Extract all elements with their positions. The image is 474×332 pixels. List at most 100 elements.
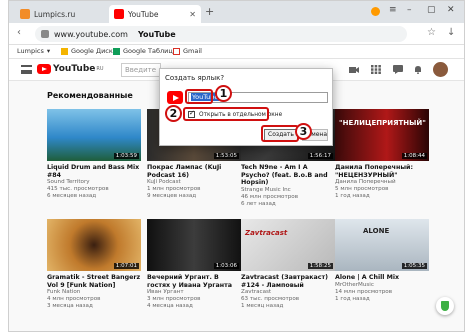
bookmark-google-sheets[interactable]: Google Таблицы (113, 47, 178, 55)
youtube-play-icon (37, 64, 51, 74)
video-title[interactable]: Liquid Drum and Bass Mix #84 (47, 164, 141, 179)
new-tab-icon[interactable]: + (205, 5, 214, 18)
video-channel[interactable]: Strange Music Inc (241, 187, 335, 194)
video-age: 4 месяца назад (147, 303, 193, 309)
video-channel[interactable]: Sound Territory (47, 179, 141, 186)
video-title[interactable]: Покрас Лампас (KuJi Podcast 16) (147, 164, 241, 179)
tab-label: YouTube (128, 9, 159, 19)
menu-icon[interactable]: ≡ (389, 5, 397, 15)
video-title[interactable]: Данила Поперечный: "НЕЦЕНЗУРНЫЙ" (335, 164, 429, 179)
lock-icon (41, 30, 49, 38)
address-bar[interactable]: www.youtube.com YouTube (35, 26, 407, 42)
close-window-icon[interactable]: ✕ (447, 5, 455, 15)
video-card[interactable]: ALONE 1:05:35 Alone | A Chill Mix MrOthe… (335, 219, 429, 303)
tab-youtube[interactable]: YouTube ✕ (109, 5, 201, 23)
duration-badge: 1:08:44 (401, 153, 427, 159)
thumbnail-caption: "НЕЛИЦЕПРИЯТНЫЙ" (339, 119, 426, 127)
duration-badge: 1:56:17 (307, 153, 333, 159)
highlight-create (261, 125, 299, 142)
video-title[interactable]: Alone | A Chill Mix (335, 274, 429, 282)
close-tab-icon[interactable]: ✕ (189, 10, 196, 19)
video-age: 1 месяц назад (241, 303, 284, 309)
bookmark-star-icon[interactable]: ☆ (427, 27, 436, 38)
video-title[interactable]: Gramatik - Street Bangerz Vol 9 [Funk Na… (47, 274, 141, 289)
bell-icon[interactable] (413, 65, 423, 74)
bookmark-lumpics[interactable]: Lumpics ▾ (17, 47, 50, 55)
duration-badge: 1:53:05 (213, 153, 239, 159)
duration-badge: 1:07:01 (113, 263, 139, 269)
tab-lumpics[interactable]: Lumpics.ru (15, 5, 103, 23)
video-thumbnail[interactable]: Zavtracast 1:58:25 (241, 219, 335, 271)
bookmark-gmail[interactable]: Gmail (173, 47, 202, 55)
tab-strip: Lumpics.ru YouTube ✕ + ≡ – ▢ ✕ (9, 1, 464, 23)
video-views: 3 млн просмотров (147, 296, 201, 302)
shield-icon[interactable] (436, 297, 454, 315)
video-channel[interactable]: Zavtracast (241, 289, 335, 296)
gmail-icon (173, 47, 180, 55)
video-title[interactable]: Zavtracast (Завтракаст) #124 - Ламповый (241, 274, 335, 289)
bookmark-label: Google Диск (71, 47, 113, 55)
video-card[interactable]: 1:07:01 Gramatik - Street Bangerz Vol 9 … (47, 219, 141, 310)
video-channel[interactable]: Иван Ургант (147, 289, 241, 296)
yandex-icon[interactable] (371, 7, 380, 16)
video-thumbnail[interactable]: ALONE 1:05:35 (335, 219, 429, 271)
lumpics-favicon-icon (20, 9, 30, 19)
download-icon[interactable]: ↓ (447, 27, 455, 38)
video-views: 4 млн просмотров (47, 296, 101, 302)
video-card[interactable]: 1:03:06 Вечерний Ургант. В гостях у Иван… (147, 219, 241, 310)
video-channel[interactable]: Funk Nation (47, 289, 141, 296)
bookmark-label: Google Таблицы (123, 47, 178, 55)
apps-grid-icon[interactable] (371, 65, 381, 74)
video-views: 14 млн просмотров (335, 288, 393, 295)
video-age: 6 лет назад (241, 200, 276, 207)
page-title: YouTube (137, 29, 176, 39)
address-row: ‹ www.youtube.com YouTube ☆ ↓ (9, 23, 464, 45)
duration-badge: 1:03:06 (213, 263, 239, 269)
url-text: www.youtube.com (54, 29, 128, 39)
avatar[interactable] (433, 62, 448, 77)
video-views: 63 тыс. просмотров (241, 296, 300, 302)
google-sheets-icon (113, 47, 120, 55)
video-thumbnail[interactable]: "НЕЛИЦЕПРИЯТНЫЙ" 1:08:44 (335, 109, 429, 161)
video-card[interactable]: 1:03:59 Liquid Drum and Bass Mix #84 Sou… (47, 109, 141, 200)
duration-badge: 1:58:25 (307, 263, 333, 269)
video-views: 1 млн просмотров (147, 186, 201, 192)
maximize-icon[interactable]: ▢ (427, 5, 436, 15)
video-camera-icon[interactable] (349, 65, 359, 74)
video-thumbnail[interactable]: 1:03:59 (47, 109, 141, 161)
video-channel[interactable]: KuJi Podcast (147, 179, 241, 186)
messages-icon[interactable] (393, 65, 403, 74)
video-title[interactable]: Tech N9ne - Am I A Psycho? (feat. B.o.B … (241, 164, 335, 187)
highlight-input (185, 89, 213, 104)
thumbnail-caption: Zavtracast (245, 229, 288, 237)
search-input[interactable]: Введите (121, 63, 161, 77)
video-channel[interactable]: Данила Поперечный (335, 179, 429, 186)
minimize-icon[interactable]: – (407, 5, 412, 15)
bookmark-label: Lumpics (17, 47, 44, 55)
back-arrow-icon[interactable]: ‹ (17, 27, 21, 38)
step-2-badge: 2 (165, 105, 182, 122)
video-views: 5 млн просмотров (335, 186, 389, 192)
youtube-favicon-icon (114, 9, 124, 19)
video-card[interactable]: Zavtracast 1:58:25 Zavtracast (Завтракас… (241, 219, 335, 310)
video-age: 6 месяцев назад (47, 193, 97, 199)
video-age: 1 год назад (335, 193, 370, 199)
hamburger-menu-icon[interactable] (21, 65, 32, 74)
bookmarks-bar: Lumpics ▾ Google Диск Google Таблицы Gma… (9, 45, 464, 59)
video-thumbnail[interactable]: 1:03:06 (147, 219, 241, 271)
bookmark-google-drive[interactable]: Google Диск (61, 47, 113, 55)
step-1-badge: 1 (215, 85, 232, 102)
video-title[interactable]: Вечерний Ургант. В гостях у Ивана Ургант… (147, 274, 241, 289)
youtube-shortcut-icon (167, 91, 183, 104)
dialog-title: Создать ярлык? (165, 74, 225, 82)
video-age: 1 год назад (335, 295, 370, 302)
video-thumbnail[interactable]: 1:07:01 (47, 219, 141, 271)
youtube-logo[interactable]: YouTube RU (37, 64, 104, 74)
tab-label: Lumpics.ru (34, 9, 76, 19)
highlight-checkbox (183, 107, 269, 121)
section-title: Рекомендованные (47, 91, 133, 100)
video-age: 9 месяцев назад (147, 193, 197, 199)
video-channel[interactable]: MrOtherMusic (335, 282, 429, 289)
duration-badge: 1:05:35 (401, 263, 427, 269)
video-card[interactable]: "НЕЛИЦЕПРИЯТНЫЙ" 1:08:44 Данила Поперечн… (335, 109, 429, 200)
